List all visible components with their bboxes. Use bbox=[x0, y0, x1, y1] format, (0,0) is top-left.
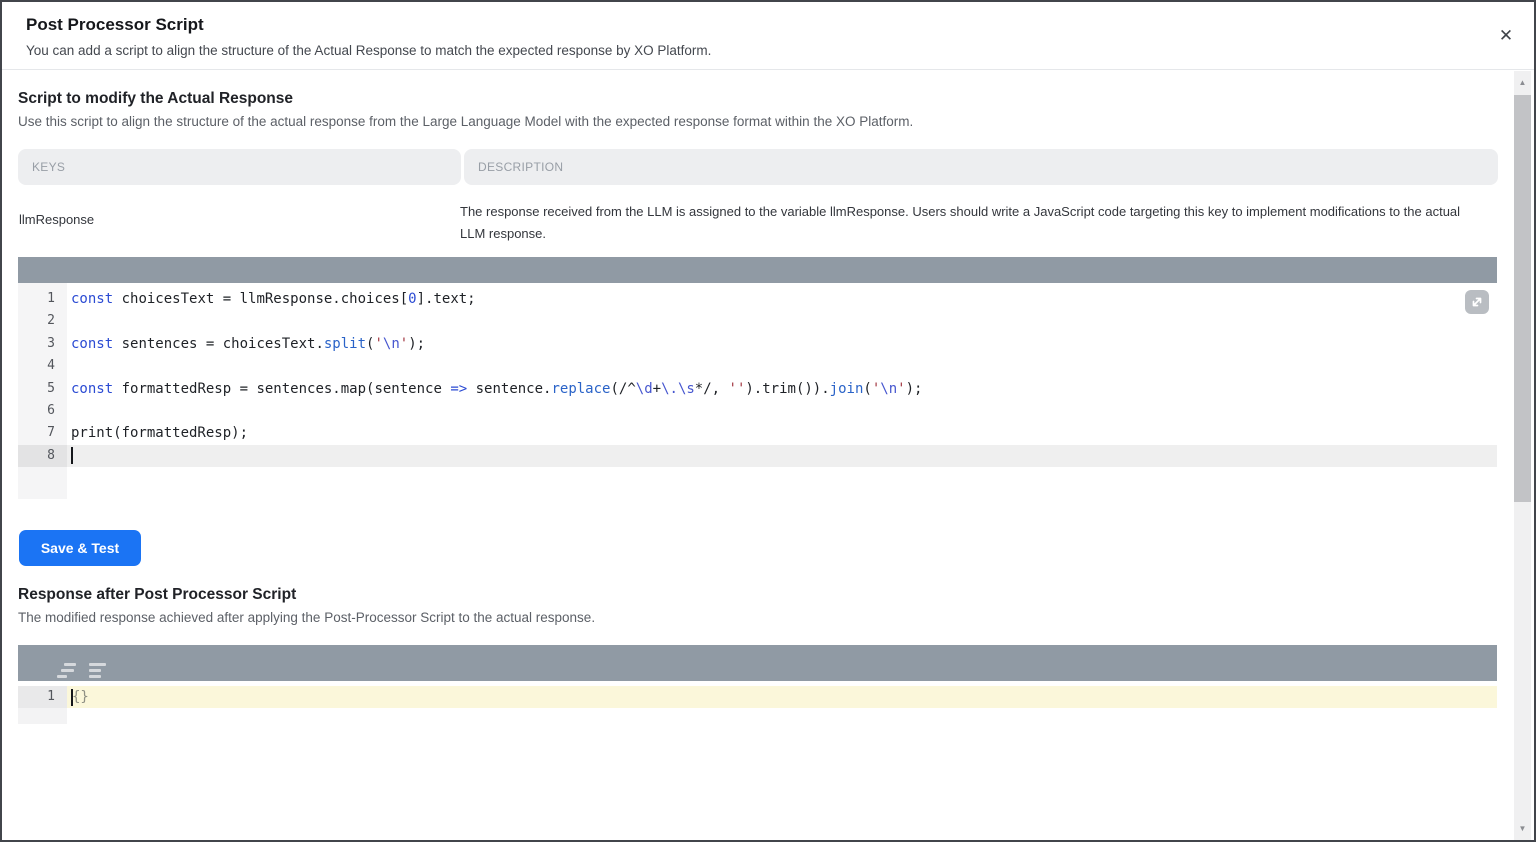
code-token: replace bbox=[551, 381, 610, 397]
code-lines[interactable]: const choicesText = llmResponse.choices[… bbox=[67, 283, 1497, 499]
format-lines-icon[interactable] bbox=[44, 653, 70, 673]
line-number: 1 bbox=[18, 686, 67, 708]
code-line[interactable] bbox=[67, 400, 1497, 422]
table-row-key: llmResponse bbox=[19, 212, 94, 227]
line-number: 3 bbox=[18, 333, 67, 355]
code-token: ' bbox=[400, 336, 408, 352]
modal-header: Post Processor Script You can add a scri… bbox=[2, 2, 1536, 70]
code-token: formattedResp = sentences.map(sentence bbox=[113, 381, 450, 397]
code-token: ' bbox=[374, 336, 382, 352]
response-output-editor: 1 {} bbox=[18, 645, 1497, 842]
page-title: Post Processor Script bbox=[26, 15, 204, 35]
code-token: ).trim()). bbox=[745, 381, 829, 397]
code-line[interactable]: const sentences = choicesText.split('\n'… bbox=[67, 333, 1497, 355]
script-section-description: Use this script to align the structure o… bbox=[18, 114, 913, 129]
scroll-down-icon[interactable]: ▼ bbox=[1514, 820, 1531, 837]
line-number: 7 bbox=[18, 422, 67, 444]
line-number: 6 bbox=[18, 400, 67, 422]
code-token: split bbox=[324, 336, 366, 352]
code-editor-body[interactable]: 1 {} bbox=[18, 681, 1497, 842]
line-number: 2 bbox=[18, 310, 67, 332]
table-header-description: DESCRIPTION bbox=[464, 149, 1498, 185]
code-token: ].text; bbox=[417, 291, 476, 307]
scroll-up-icon[interactable]: ▲ bbox=[1514, 74, 1531, 91]
post-processor-modal: Post Processor Script You can add a scri… bbox=[0, 0, 1536, 842]
editor-header-bar bbox=[18, 645, 1497, 681]
script-code-editor: 12345678 const choicesText = llmResponse… bbox=[18, 257, 1497, 499]
code-line[interactable] bbox=[67, 310, 1497, 332]
code-token: => bbox=[450, 381, 467, 397]
code-token: ); bbox=[906, 381, 923, 397]
response-section-description: The modified response achieved after app… bbox=[18, 610, 595, 625]
code-token: '' bbox=[729, 381, 746, 397]
save-and-test-button[interactable]: Save & Test bbox=[19, 530, 141, 566]
code-token: const bbox=[71, 381, 113, 397]
code-token: sentence. bbox=[467, 381, 551, 397]
modal-subtitle: You can add a script to align the struct… bbox=[26, 43, 711, 58]
code-token: \d bbox=[636, 381, 653, 397]
code-line[interactable]: const choicesText = llmResponse.choices[… bbox=[67, 288, 1497, 310]
editor-header-bar bbox=[18, 257, 1497, 283]
code-token: */, bbox=[695, 381, 729, 397]
code-line[interactable] bbox=[67, 355, 1497, 377]
line-number-gutter: 12345678 bbox=[18, 283, 67, 499]
script-section-heading: Script to modify the Actual Response bbox=[18, 90, 293, 108]
code-token: \n bbox=[383, 336, 400, 352]
code-token: const bbox=[71, 336, 113, 352]
code-token: ); bbox=[408, 336, 425, 352]
response-section-heading: Response after Post Processor Script bbox=[18, 586, 296, 604]
code-token: print(formattedResp); bbox=[71, 425, 248, 441]
align-left-icon[interactable] bbox=[76, 653, 102, 673]
line-number-gutter: 1 bbox=[18, 681, 67, 708]
code-token: const bbox=[71, 291, 113, 307]
code-line[interactable]: const formattedResp = sentences.map(sent… bbox=[67, 378, 1497, 400]
code-token: (/^ bbox=[610, 381, 635, 397]
table-row-description: The response received from the LLM is as… bbox=[460, 201, 1486, 244]
code-token: + bbox=[653, 381, 661, 397]
code-editor-body[interactable]: 12345678 const choicesText = llmResponse… bbox=[18, 283, 1497, 499]
code-token: {} bbox=[72, 689, 89, 705]
code-line[interactable]: print(formattedResp); bbox=[67, 422, 1497, 444]
code-token: sentences = choicesText. bbox=[113, 336, 324, 352]
close-icon[interactable]: ✕ bbox=[1494, 24, 1518, 48]
line-number: 8 bbox=[18, 445, 67, 467]
code-token: join bbox=[830, 381, 864, 397]
code-token: 0 bbox=[408, 291, 416, 307]
code-lines[interactable]: {} bbox=[67, 681, 1497, 842]
code-token: choicesText = llmResponse.choices[ bbox=[113, 291, 408, 307]
line-number: 4 bbox=[18, 355, 67, 377]
line-number: 5 bbox=[18, 378, 67, 400]
vertical-scrollbar[interactable]: ▲ ▼ bbox=[1514, 71, 1531, 840]
code-token: \n bbox=[880, 381, 897, 397]
text-cursor bbox=[71, 447, 73, 464]
scrollbar-thumb[interactable] bbox=[1514, 95, 1531, 502]
code-token: ' bbox=[897, 381, 905, 397]
code-line[interactable] bbox=[67, 445, 1497, 467]
code-token: ( bbox=[863, 381, 871, 397]
table-header-keys: KEYS bbox=[18, 149, 461, 185]
code-token: \s bbox=[678, 381, 695, 397]
line-number: 1 bbox=[18, 288, 67, 310]
code-token: \. bbox=[661, 381, 678, 397]
code-line[interactable]: {} bbox=[67, 686, 1497, 708]
code-token: ' bbox=[872, 381, 880, 397]
